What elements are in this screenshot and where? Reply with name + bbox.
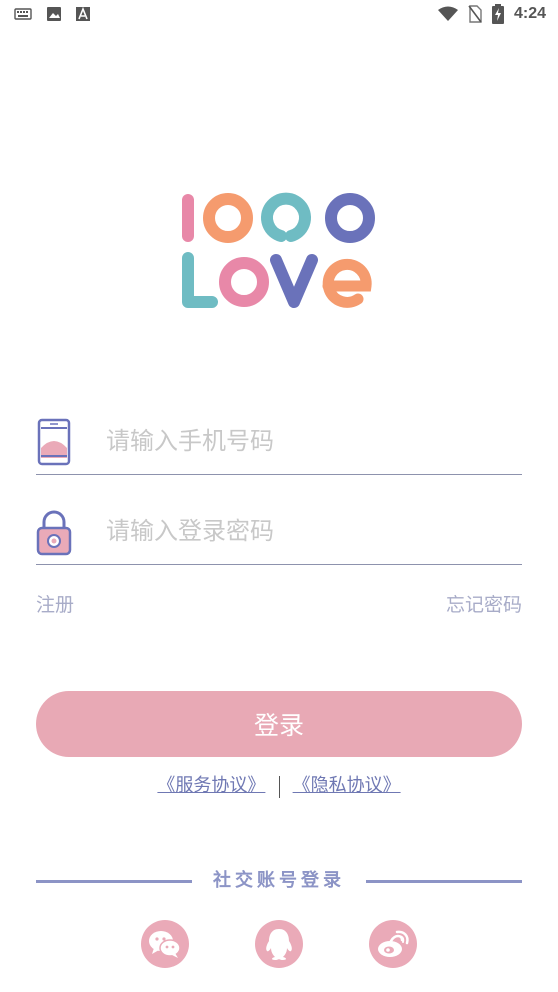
wifi-icon: [437, 6, 458, 21]
social-login-buttons: [0, 920, 558, 972]
password-input[interactable]: [104, 510, 508, 552]
status-bar: 4:24: [0, 0, 558, 30]
phone-field-row: [36, 410, 522, 475]
agreement-separator: [278, 775, 280, 798]
wechat-login-button[interactable]: [141, 920, 189, 968]
service-agreement-link[interactable]: 《服务协议》: [157, 775, 265, 796]
app-logo: [182, 192, 375, 308]
qq-login-button[interactable]: [255, 920, 303, 968]
login-button[interactable]: 登录: [36, 691, 522, 757]
lock-icon: [36, 510, 72, 556]
account-links: 注册 忘记密码: [36, 590, 522, 620]
phone-input[interactable]: [104, 420, 508, 462]
qq-icon: [266, 929, 292, 960]
agreements: 《服务协议》 《隐私协议》: [0, 771, 558, 801]
keyboard-icon: [14, 8, 32, 20]
image-icon: [47, 7, 61, 21]
weibo-icon: [378, 930, 409, 957]
password-field-row: [36, 500, 522, 565]
weibo-login-button[interactable]: [369, 920, 417, 968]
social-login-label: 社交账号登录: [213, 870, 345, 891]
register-link[interactable]: 注册: [36, 590, 74, 617]
social-login-title: 社交账号登录: [36, 866, 522, 896]
forgot-password-link[interactable]: 忘记密码: [446, 590, 522, 617]
font-a-icon: [76, 6, 90, 21]
wechat-icon: [149, 931, 181, 958]
battery-charging-icon: [491, 4, 504, 24]
privacy-agreement-link[interactable]: 《隐私协议》: [293, 775, 401, 796]
status-time: 4:24: [513, 5, 546, 22]
no-sim-icon: [468, 5, 482, 23]
phone-icon: [37, 418, 71, 466]
divider-right: [366, 880, 522, 883]
